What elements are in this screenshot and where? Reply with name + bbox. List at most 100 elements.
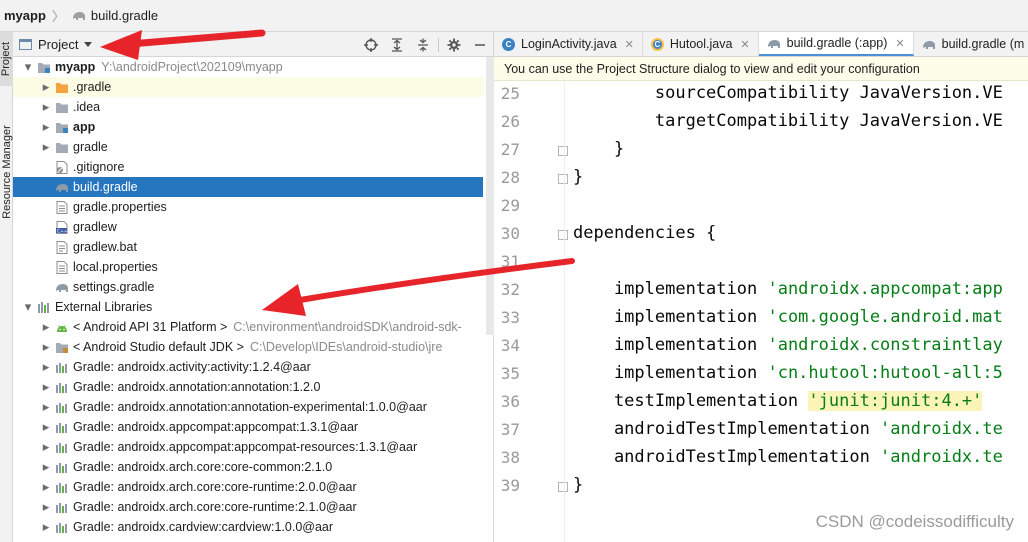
line-number: 26 <box>500 112 520 131</box>
string-literal: 'junit:junit:4.+' <box>808 391 983 411</box>
code-token: } <box>573 167 584 187</box>
library-icon <box>55 381 69 394</box>
watermark: CSDN @codeissodifficulty <box>815 512 1014 531</box>
line-number: 28 <box>500 168 520 187</box>
chevron-right-icon[interactable]: ▸ <box>41 517 51 537</box>
gradle-elephant-icon <box>55 181 69 194</box>
code-token: implementation <box>573 335 768 355</box>
breadcrumb-project[interactable]: myapp <box>4 8 46 23</box>
hide-panel-button[interactable] <box>467 32 493 57</box>
chevron-down-icon[interactable]: ▾ <box>23 297 33 317</box>
tree-item-label: gradle <box>73 140 108 154</box>
tree-item-label: myapp <box>55 60 96 74</box>
code-token: androidTestImplementation <box>573 419 881 439</box>
chevron-down-icon[interactable]: ▾ <box>23 57 33 77</box>
tree-item[interactable]: ▸settings.gradle <box>13 277 483 297</box>
tree-item[interactable]: ▸ < Android Studio default JDK > C:\Develo… <box>13 337 483 357</box>
tree-item[interactable]: ▸ Gradle: androidx.arch.core:core-runtime… <box>13 497 483 517</box>
line-number: 30 <box>500 224 520 243</box>
tree-item-label: .gradle <box>73 80 112 94</box>
chevron-right-icon[interactable]: ▸ <box>41 477 51 497</box>
close-icon[interactable]: ✕ <box>740 38 749 51</box>
chevron-right-icon[interactable]: ▸ <box>41 337 51 357</box>
tree-item[interactable]: ▸ .idea <box>13 97 483 117</box>
gitignore-file-icon <box>55 160 69 174</box>
tree-item[interactable]: ▸ Gradle: androidx.arch.core:core-common:… <box>13 457 483 477</box>
fold-marker-icon[interactable] <box>558 230 568 240</box>
tree-item-label: Gradle: androidx.arch.core:core-common:2… <box>73 460 333 474</box>
line-number: 34 <box>500 336 520 355</box>
resource-manager-tool-tab[interactable]: Resource Manager <box>0 112 13 232</box>
fold-marker-icon[interactable] <box>558 174 568 184</box>
tree-item-label: Gradle: androidx.appcompat:appcompat-res… <box>73 440 418 454</box>
tree-item[interactable]: ▸C++gradlew <box>13 217 483 237</box>
library-icon <box>55 421 69 434</box>
code-line: } <box>573 167 583 187</box>
editor-tab-label: build.gradle (m <box>941 37 1025 51</box>
close-icon[interactable]: ✕ <box>895 37 904 50</box>
chevron-right-icon[interactable]: ▸ <box>41 317 51 337</box>
tree-item[interactable]: ▸ app <box>13 117 483 137</box>
options-button[interactable] <box>441 32 467 57</box>
tree-item[interactable]: ▸ Gradle: androidx.appcompat:appcompat:1.… <box>13 417 483 437</box>
project-view-dropdown[interactable]: Project <box>19 37 93 52</box>
tree-item-label: Gradle: androidx.arch.core:core-runtime:… <box>73 500 357 514</box>
line-number-gutter: 25 26 27 28 29 30 31 32 33 34 35 36 37 38 39 <box>494 81 568 542</box>
tree-item[interactable]: ▾ External Libraries <box>13 297 483 317</box>
tree-item[interactable]: ▸local.properties <box>13 257 483 277</box>
close-icon[interactable]: ✕ <box>625 38 634 51</box>
tree-item[interactable]: ▸.gitignore <box>13 157 483 177</box>
editor-tab[interactable]: C Hutool.java ✕ <box>643 32 759 56</box>
chevron-right-icon[interactable]: ▸ <box>41 397 51 417</box>
jdk-folder-icon <box>55 341 69 354</box>
editor-tab-bar: C LoginActivity.java ✕ C Hutool.java ✕ build.g… <box>494 32 1028 57</box>
chevron-right-icon[interactable]: ▸ <box>41 437 51 457</box>
chevron-right-icon[interactable]: ▸ <box>41 77 51 97</box>
tree-item[interactable]: ▸ Gradle: androidx.annotation:annotation-… <box>13 397 483 417</box>
tree-item[interactable]: ▸ < Android API 31 Platform > C:\environme… <box>13 317 483 337</box>
tree-item[interactable]: ▸ .gradle <box>13 77 483 97</box>
tree-item-label: < Android Studio default JDK > <box>73 340 244 354</box>
chevron-right-icon[interactable]: ▸ <box>41 497 51 517</box>
library-icon <box>55 501 69 514</box>
chevron-right-icon[interactable]: ▸ <box>41 457 51 477</box>
tree-item-label: app <box>73 120 96 134</box>
locate-file-button[interactable] <box>358 32 384 57</box>
chevron-right-icon[interactable]: ▸ <box>41 117 51 137</box>
tree-scrollbar[interactable] <box>486 57 494 335</box>
chevron-right-icon[interactable]: ▸ <box>41 357 51 377</box>
gradle-elephant-icon <box>71 10 87 22</box>
project-structure-notice: You can use the Project Structure dialog… <box>494 57 1028 81</box>
folder-icon <box>55 141 69 154</box>
tree-item[interactable]: ▸gradlew.bat <box>13 237 483 257</box>
tree-item[interactable]: ▸ gradle <box>13 137 483 157</box>
editor-tab[interactable]: build.gradle (:app) ✕ <box>758 32 914 56</box>
chevron-right-icon[interactable]: ▸ <box>41 137 51 157</box>
tree-item-label: settings.gradle <box>73 280 155 294</box>
project-tool-tab[interactable]: Project <box>0 32 13 86</box>
chevron-right-icon[interactable]: ▸ <box>41 377 51 397</box>
gradle-elephant-icon <box>922 38 936 51</box>
tree-item[interactable]: ▸ Gradle: androidx.annotation:annotation:… <box>13 377 483 397</box>
code-editor[interactable]: 25 26 27 28 29 30 31 32 33 34 35 36 37 38 39 sourceCom… <box>494 81 1028 542</box>
expand-all-button[interactable] <box>384 32 410 57</box>
fold-marker-icon[interactable] <box>558 482 568 492</box>
editor-tab[interactable]: C LoginActivity.java ✕ <box>494 32 643 56</box>
gradle-elephant-icon <box>55 281 69 294</box>
string-literal: 'androidx.te <box>880 447 1003 467</box>
chevron-right-icon[interactable]: ▸ <box>41 417 51 437</box>
collapse-all-button[interactable] <box>410 32 436 57</box>
tree-item[interactable]: ▾ myapp Y:\androidProject\202109\myapp <box>13 57 483 77</box>
library-icon <box>55 481 69 494</box>
fold-marker-icon[interactable] <box>558 146 568 156</box>
project-tree[interactable]: ▸ Gradle: androidx.cardview:cardview:1.0.… <box>13 57 494 542</box>
chevron-right-icon[interactable]: ▸ <box>41 97 51 117</box>
tree-item[interactable]: ▸build.gradle <box>13 177 483 197</box>
tree-item[interactable]: ▸gradle.properties <box>13 197 483 217</box>
breadcrumb-file[interactable]: build.gradle <box>91 8 158 23</box>
editor-tab[interactable]: build.gradle (m <box>914 32 1028 56</box>
tree-item[interactable]: ▸ Gradle: androidx.appcompat:appcompat-re… <box>13 437 483 457</box>
tree-item[interactable]: ▸ Gradle: androidx.arch.core:core-runtime… <box>13 477 483 497</box>
tree-item[interactable]: ▸ Gradle: androidx.cardview:cardview:1.0.… <box>13 517 483 537</box>
tree-item[interactable]: ▸ Gradle: androidx.activity:activity:1.2.… <box>13 357 483 377</box>
